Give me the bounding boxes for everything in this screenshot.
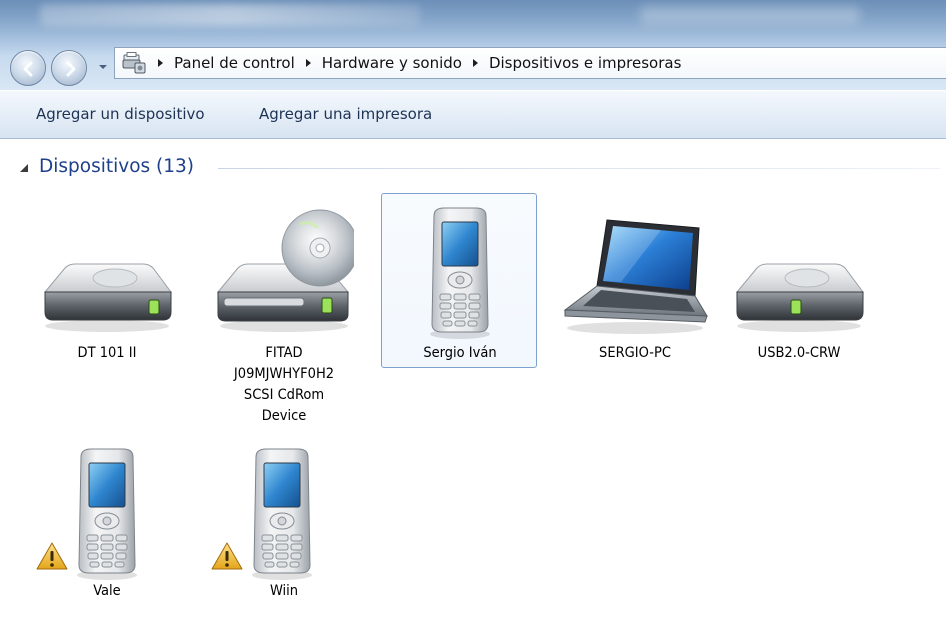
- devices-group-header[interactable]: Dispositivos (13): [20, 153, 940, 183]
- window-titlebar: Panel de control Hardware y sonido Dispo…: [0, 0, 946, 90]
- device-label-line: FITAD: [265, 345, 303, 361]
- collapse-triangle-icon[interactable]: [20, 163, 30, 173]
- cdrom-drive-icon: [216, 209, 354, 332]
- arrow-right-icon: [66, 61, 76, 77]
- device-label-line: J09MJWHYF0H2: [233, 366, 335, 382]
- forward-button[interactable]: [51, 50, 87, 86]
- device-fitad-cdrom[interactable]: FITAD J09MJWHYF0H2 SCSI CdRom Device: [205, 193, 361, 433]
- drive-icon: [43, 263, 172, 332]
- group-divider: [218, 168, 940, 169]
- mobile-phone-icon: [252, 448, 312, 580]
- drive-icon: [735, 263, 864, 332]
- add-device-button[interactable]: Agregar un dispositivo: [36, 105, 205, 123]
- back-button[interactable]: [10, 50, 46, 86]
- window-title-area: [40, 4, 420, 26]
- device-label-line: SCSI CdRom: [243, 387, 325, 403]
- breadcrumb-separator-icon[interactable]: [155, 58, 165, 68]
- laptop-icon: [563, 219, 708, 334]
- device-vale[interactable]: Vale: [28, 440, 184, 610]
- devices-group-title: Dispositivos (13): [39, 156, 195, 177]
- warning-icon: [211, 542, 243, 570]
- window-title-area-right: [640, 6, 860, 24]
- device-label-line: Device: [261, 408, 307, 424]
- device-wiin[interactable]: Wiin: [205, 440, 361, 610]
- device-sergio-ivan[interactable]: Sergio Iván: [381, 193, 537, 368]
- breadcrumb-separator-icon[interactable]: [470, 58, 480, 68]
- breadcrumb-control-panel[interactable]: Panel de control: [174, 54, 295, 72]
- device-label: SERGIO-PC: [599, 345, 671, 361]
- device-dt101[interactable]: DT 101 II: [28, 193, 184, 368]
- device-label: USB2.0-CRW: [757, 345, 841, 361]
- warning-icon: [36, 542, 68, 570]
- device-sergio-pc[interactable]: SERGIO-PC: [556, 193, 712, 368]
- arrow-left-icon: [23, 61, 33, 77]
- add-printer-button[interactable]: Agregar una impresora: [259, 105, 432, 123]
- device-label: DT 101 II: [77, 345, 137, 361]
- command-bar: Agregar un dispositivo Agregar una impre…: [0, 90, 946, 139]
- device-label: Sergio Iván: [423, 345, 497, 361]
- address-bar[interactable]: Panel de control Hardware y sonido Dispo…: [114, 47, 946, 79]
- devices-printers-icon: [121, 52, 147, 74]
- breadcrumb-devices-printers[interactable]: Dispositivos e impresoras: [489, 54, 681, 72]
- device-usb20-crw[interactable]: USB2.0-CRW: [720, 193, 876, 368]
- mobile-phone-icon: [430, 207, 490, 339]
- mobile-phone-icon: [77, 448, 137, 580]
- breadcrumb-separator-icon[interactable]: [303, 58, 313, 68]
- device-label: Wiin: [269, 583, 299, 599]
- breadcrumb-hardware-sound[interactable]: Hardware y sonido: [322, 54, 462, 72]
- recent-pages-dropdown-icon[interactable]: [98, 62, 108, 72]
- device-label: Vale: [93, 583, 121, 599]
